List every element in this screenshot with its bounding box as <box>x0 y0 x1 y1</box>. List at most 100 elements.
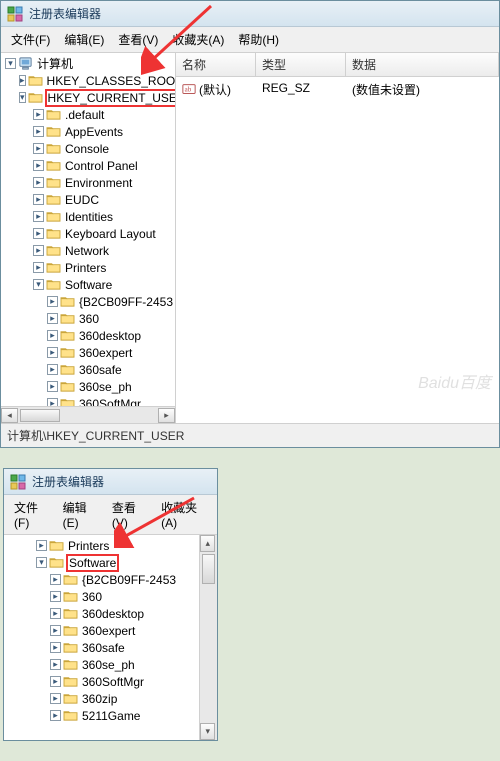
tree-item-label: 360SoftMgr <box>80 675 146 689</box>
scroll-up-icon[interactable]: ▴ <box>200 535 215 552</box>
expand-icon[interactable]: ▸ <box>33 109 44 120</box>
expand-icon[interactable]: ▸ <box>33 211 44 222</box>
tree-item[interactable]: ▸360zip <box>6 690 199 707</box>
scroll-left-icon[interactable]: ◂ <box>1 408 18 423</box>
tree-item[interactable]: ▸ 360expert <box>3 344 175 361</box>
expand-icon[interactable]: ▸ <box>33 177 44 188</box>
folder-icon <box>28 91 43 104</box>
list-row[interactable]: (默认) REG_SZ (数值未设置) <box>176 77 499 102</box>
folder-icon <box>46 159 61 172</box>
tree-hkcr[interactable]: HKEY_CLASSES_ROOT <box>45 74 176 88</box>
tree-item[interactable]: ▸{B2CB09FF-2453 <box>3 293 175 310</box>
expand-icon[interactable]: ▸ <box>33 143 44 154</box>
tree-item[interactable]: ▸360desktop <box>6 605 199 622</box>
tree-item[interactable]: ▾Software <box>3 276 175 293</box>
expand-icon[interactable]: ▸ <box>33 245 44 256</box>
folder-icon <box>60 380 75 393</box>
expand-icon[interactable]: ▸ <box>50 710 61 721</box>
folder-icon <box>63 624 78 637</box>
expand-icon[interactable]: ▸ <box>50 591 61 602</box>
tree-hkcu[interactable]: HKEY_CURRENT_USER <box>45 89 176 107</box>
expand-icon[interactable]: ▸ <box>50 693 61 704</box>
folder-icon <box>63 607 78 620</box>
tree-printers[interactable]: Printers <box>66 539 111 553</box>
expand-icon[interactable]: ▸ <box>33 194 44 205</box>
tree-item[interactable]: ▸5211Game <box>6 707 199 724</box>
tree-item[interactable]: ▸.default <box>3 106 175 123</box>
menu-view[interactable]: 查看(V) <box>112 29 164 50</box>
folder-icon <box>60 312 75 325</box>
tree-root[interactable]: 计算机 <box>35 55 75 72</box>
titlebar[interactable]: 注册表编辑器 <box>4 469 217 495</box>
scroll-thumb[interactable] <box>202 554 215 584</box>
titlebar[interactable]: 注册表编辑器 <box>1 1 499 27</box>
tree-item[interactable]: ▸Control Panel <box>3 157 175 174</box>
expand-icon[interactable]: ▸ <box>50 608 61 619</box>
tree-item[interactable]: ▸360safe <box>3 361 175 378</box>
expand-icon[interactable]: ▸ <box>33 262 44 273</box>
menu-view[interactable]: 查看(V) <box>106 497 153 532</box>
menu-help[interactable]: 帮助(H) <box>232 29 285 50</box>
tree-item[interactable]: ▸360desktop <box>3 327 175 344</box>
tree-item[interactable]: ▸Printers <box>3 259 175 276</box>
folder-icon <box>46 125 61 138</box>
tree-item[interactable]: ▸Environment <box>3 174 175 191</box>
expand-icon[interactable]: ▸ <box>50 574 61 585</box>
menu-file[interactable]: 文件(F) <box>5 29 56 50</box>
expand-icon[interactable]: ▸ <box>47 313 58 324</box>
folder-icon <box>63 675 78 688</box>
tree-item[interactable]: ▸{B2CB09FF-2453 <box>6 571 199 588</box>
tree-item[interactable]: ▸Keyboard Layout <box>3 225 175 242</box>
collapse-icon[interactable]: ▾ <box>33 279 44 290</box>
collapse-icon[interactable]: ▾ <box>36 557 47 568</box>
expand-icon[interactable]: ▸ <box>47 330 58 341</box>
tree-scroll-horizontal[interactable]: ◂ ▸ <box>1 406 175 423</box>
menu-favorites[interactable]: 收藏夹(A) <box>166 29 230 50</box>
expand-icon[interactable]: ▸ <box>33 160 44 171</box>
menu-favorites[interactable]: 收藏夹(A) <box>155 497 213 532</box>
collapse-icon[interactable]: ▾ <box>19 92 26 103</box>
expand-icon[interactable]: ▸ <box>33 228 44 239</box>
expand-icon[interactable]: ▸ <box>47 347 58 358</box>
tree-item-label: 360expert <box>77 346 134 360</box>
col-data[interactable]: 数据 <box>346 53 499 76</box>
tree-software[interactable]: Software <box>66 554 119 572</box>
tree-item[interactable]: ▸360 <box>6 588 199 605</box>
folder-icon <box>46 227 61 240</box>
scroll-thumb[interactable] <box>20 409 60 422</box>
tree-item[interactable]: ▸360expert <box>6 622 199 639</box>
tree-item[interactable]: ▸360 <box>3 310 175 327</box>
expand-icon[interactable]: ▸ <box>47 381 58 392</box>
tree-item[interactable]: ▸Identities <box>3 208 175 225</box>
expand-icon[interactable]: ▸ <box>50 676 61 687</box>
tree-item-label: Console <box>63 142 111 156</box>
col-type[interactable]: 类型 <box>256 53 346 76</box>
tree-pane[interactable]: ▸ Printers ▾ Software ▸{B2CB09FF-2453▸36… <box>4 535 200 740</box>
tree-pane[interactable]: ▾ 计算机 ▸ HKEY_CLASSES_ROOT ▾ HKEY_CURRENT… <box>1 53 176 423</box>
tree-item[interactable]: ▸360se_ph <box>6 656 199 673</box>
expand-icon[interactable]: ▸ <box>47 364 58 375</box>
expand-icon[interactable]: ▸ <box>50 659 61 670</box>
tree-item[interactable]: ▸AppEvents <box>3 123 175 140</box>
scroll-down-icon[interactable]: ▾ <box>200 723 215 740</box>
tree-item[interactable]: ▸ 360SoftMgr <box>6 673 199 690</box>
collapse-icon[interactable]: ▾ <box>5 58 16 69</box>
menubar: 文件(F) 编辑(E) 查看(V) 收藏夹(A) <box>4 495 217 535</box>
tree-item[interactable]: ▸Network <box>3 242 175 259</box>
tree-item[interactable]: ▸EUDC <box>3 191 175 208</box>
col-name[interactable]: 名称 <box>176 53 256 76</box>
menu-edit[interactable]: 编辑(E) <box>58 29 110 50</box>
tree-item[interactable]: ▸360se_ph <box>3 378 175 395</box>
expand-icon[interactable]: ▸ <box>50 625 61 636</box>
expand-icon[interactable]: ▸ <box>33 126 44 137</box>
scroll-right-icon[interactable]: ▸ <box>158 408 175 423</box>
computer-icon <box>18 56 33 71</box>
menu-file[interactable]: 文件(F) <box>8 497 55 532</box>
expand-icon[interactable]: ▸ <box>19 75 26 86</box>
expand-icon[interactable]: ▸ <box>36 540 47 551</box>
menu-edit[interactable]: 编辑(E) <box>57 497 104 532</box>
expand-icon[interactable]: ▸ <box>47 296 58 307</box>
tree-scroll-vertical[interactable]: ▴ ▾ <box>200 535 217 740</box>
tree-item[interactable]: ▸ Console <box>3 140 175 157</box>
folder-icon <box>63 692 78 705</box>
